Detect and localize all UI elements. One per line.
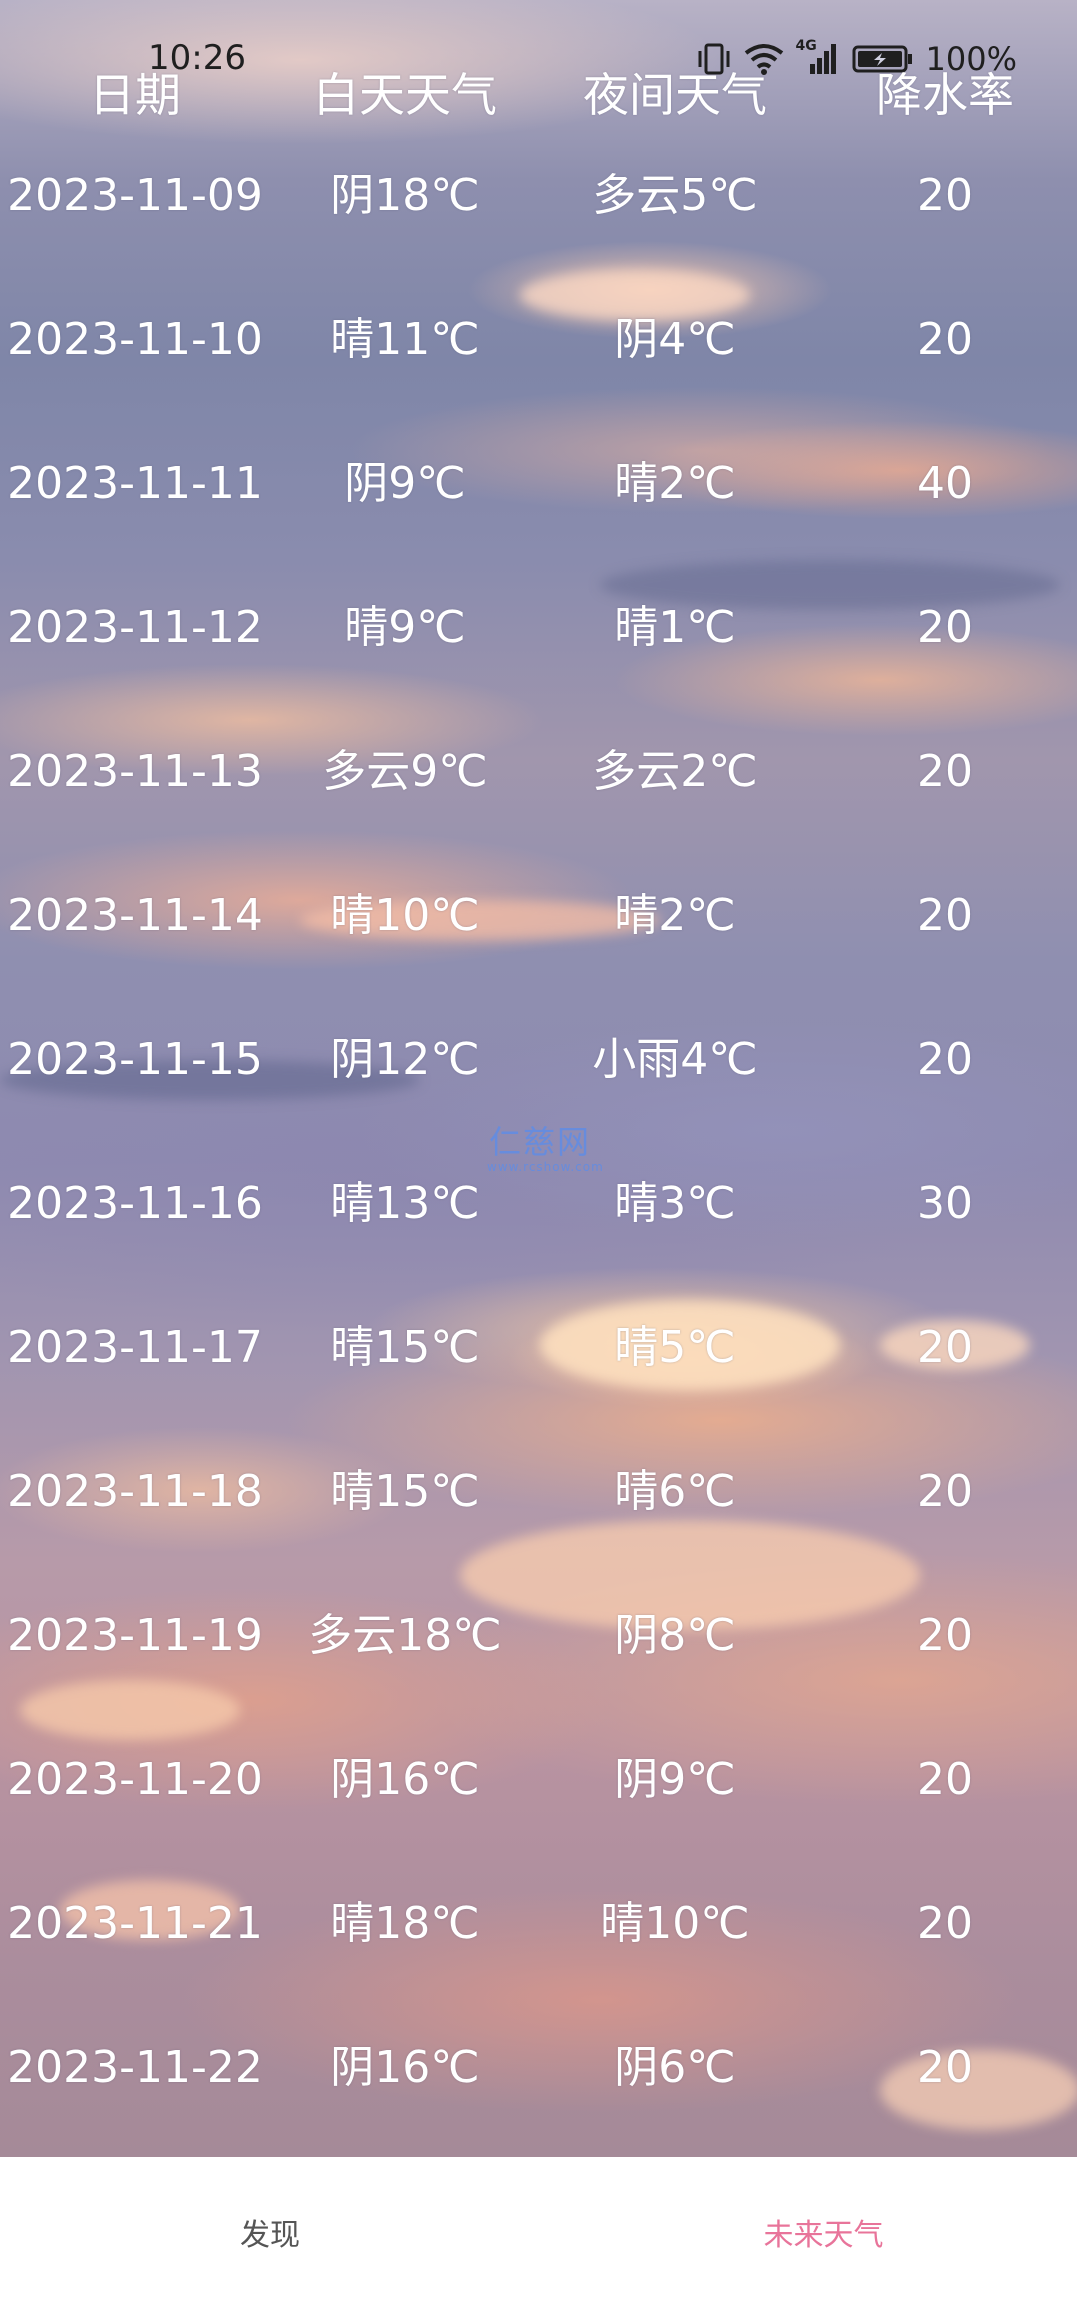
header-night-weather: 夜间天气 — [583, 68, 767, 122]
row-precipitation: 20 — [917, 602, 973, 653]
row-day-weather: 晴18℃ — [330, 1898, 480, 1949]
weather-screen: 10:26 4G 100% 日期 白天天气 夜间天气 降水率 2023-11-0… — [0, 0, 1077, 2307]
row-precipitation: 20 — [917, 1466, 973, 1517]
row-night-weather: 阴9℃ — [614, 1754, 736, 1805]
table-row: 2023-11-19 多云18℃ 阴8℃ 20 — [0, 1596, 1077, 1676]
row-night-weather: 多云2℃ — [592, 746, 758, 797]
table-row: 2023-11-16 晴13℃ 晴3℃ 30 — [0, 1164, 1077, 1244]
row-date: 2023-11-18 — [7, 1466, 263, 1517]
row-day-weather: 多云18℃ — [308, 1610, 502, 1661]
row-night-weather: 阴4℃ — [614, 314, 736, 365]
nav-tab-label: 未来天气 — [763, 2218, 884, 2253]
row-date: 2023-11-14 — [7, 890, 263, 941]
nav-tab-label: 发现 — [240, 2218, 300, 2253]
row-night-weather: 多云5℃ — [592, 170, 758, 221]
row-day-weather: 阴18℃ — [330, 170, 480, 221]
row-precipitation: 20 — [917, 2042, 973, 2093]
row-night-weather: 阴6℃ — [614, 2042, 736, 2093]
row-day-weather: 晴15℃ — [330, 1466, 480, 1517]
row-night-weather: 阴8℃ — [614, 1610, 736, 1661]
table-row: 2023-11-12 晴9℃ 晴1℃ 20 — [0, 588, 1077, 668]
row-night-weather: 晴10℃ — [600, 1898, 750, 1949]
row-precipitation: 20 — [917, 1898, 973, 1949]
row-date: 2023-11-11 — [7, 458, 263, 509]
row-night-weather: 晴2℃ — [614, 890, 736, 941]
row-date: 2023-11-17 — [7, 1322, 263, 1373]
row-night-weather: 小雨4℃ — [592, 1034, 758, 1085]
watermark: 仁慈网 www.rcshow.com — [487, 1123, 604, 1174]
row-date: 2023-11-20 — [7, 1754, 263, 1805]
row-date: 2023-11-09 — [7, 170, 263, 221]
row-date: 2023-11-15 — [7, 1034, 263, 1085]
row-date: 2023-11-22 — [7, 2042, 263, 2093]
nav-tab-discover[interactable]: 发现 — [0, 2157, 554, 2307]
table-row: 2023-11-21 晴18℃ 晴10℃ 20 — [0, 1884, 1077, 1964]
watermark-text: 仁慈网 — [488, 1123, 591, 1161]
row-precipitation: 30 — [917, 1178, 973, 1229]
watermark-url: www.rcshow.com — [487, 1160, 604, 1174]
table-row: 2023-11-09 阴18℃ 多云5℃ 20 — [0, 156, 1077, 236]
row-day-weather: 多云9℃ — [322, 746, 488, 797]
row-date: 2023-11-12 — [7, 602, 263, 653]
row-night-weather: 晴2℃ — [614, 458, 736, 509]
row-precipitation: 20 — [917, 1034, 973, 1085]
bottom-navigation: 发现 未来天气 — [0, 2157, 1077, 2307]
row-day-weather: 晴13℃ — [330, 1178, 480, 1229]
row-precipitation: 20 — [917, 314, 973, 365]
table-row: 2023-11-13 多云9℃ 多云2℃ 20 — [0, 732, 1077, 812]
header-date: 日期 — [89, 68, 181, 122]
row-day-weather: 晴11℃ — [330, 314, 480, 365]
table-row: 2023-11-18 晴15℃ 晴6℃ 20 — [0, 1452, 1077, 1532]
row-date: 2023-11-13 — [7, 746, 263, 797]
row-day-weather: 晴15℃ — [330, 1322, 480, 1373]
table-row: 2023-11-10 晴11℃ 阴4℃ 20 — [0, 300, 1077, 380]
row-precipitation: 20 — [917, 1610, 973, 1661]
row-day-weather: 阴16℃ — [330, 1754, 480, 1805]
row-night-weather: 晴5℃ — [614, 1322, 736, 1373]
table-row: 2023-11-22 阴16℃ 阴6℃ 20 — [0, 2028, 1077, 2108]
row-precipitation: 20 — [917, 890, 973, 941]
row-precipitation: 20 — [917, 1322, 973, 1373]
row-precipitation: 20 — [917, 170, 973, 221]
table-row: 2023-11-15 阴12℃ 小雨4℃ 20 — [0, 1020, 1077, 1100]
row-night-weather: 晴6℃ — [614, 1466, 736, 1517]
table-row: 2023-11-14 晴10℃ 晴2℃ 20 — [0, 876, 1077, 956]
row-day-weather: 晴9℃ — [344, 602, 466, 653]
row-precipitation: 20 — [917, 746, 973, 797]
row-night-weather: 晴3℃ — [614, 1178, 736, 1229]
row-day-weather: 阴9℃ — [344, 458, 466, 509]
table-row: 2023-11-11 阴9℃ 晴2℃ 40 — [0, 444, 1077, 524]
row-precipitation: 40 — [917, 458, 973, 509]
row-day-weather: 阴12℃ — [330, 1034, 480, 1085]
row-precipitation: 20 — [917, 1754, 973, 1805]
row-date: 2023-11-16 — [7, 1178, 263, 1229]
row-night-weather: 晴1℃ — [614, 602, 736, 653]
nav-tab-future-weather[interactable]: 未来天气 — [554, 2157, 1077, 2307]
row-date: 2023-11-10 — [7, 314, 263, 365]
row-date: 2023-11-19 — [7, 1610, 263, 1661]
table-row: 2023-11-17 晴15℃ 晴5℃ 20 — [0, 1308, 1077, 1388]
row-day-weather: 晴10℃ — [330, 890, 480, 941]
table-row: 2023-11-20 阴16℃ 阴9℃ 20 — [0, 1740, 1077, 1820]
table-header-row: 日期 白天天气 夜间天气 降水率 — [0, 55, 1077, 135]
header-day-weather: 白天天气 — [313, 68, 497, 122]
header-precipitation: 降水率 — [876, 68, 1014, 122]
row-date: 2023-11-21 — [7, 1898, 263, 1949]
row-day-weather: 阴16℃ — [330, 2042, 480, 2093]
